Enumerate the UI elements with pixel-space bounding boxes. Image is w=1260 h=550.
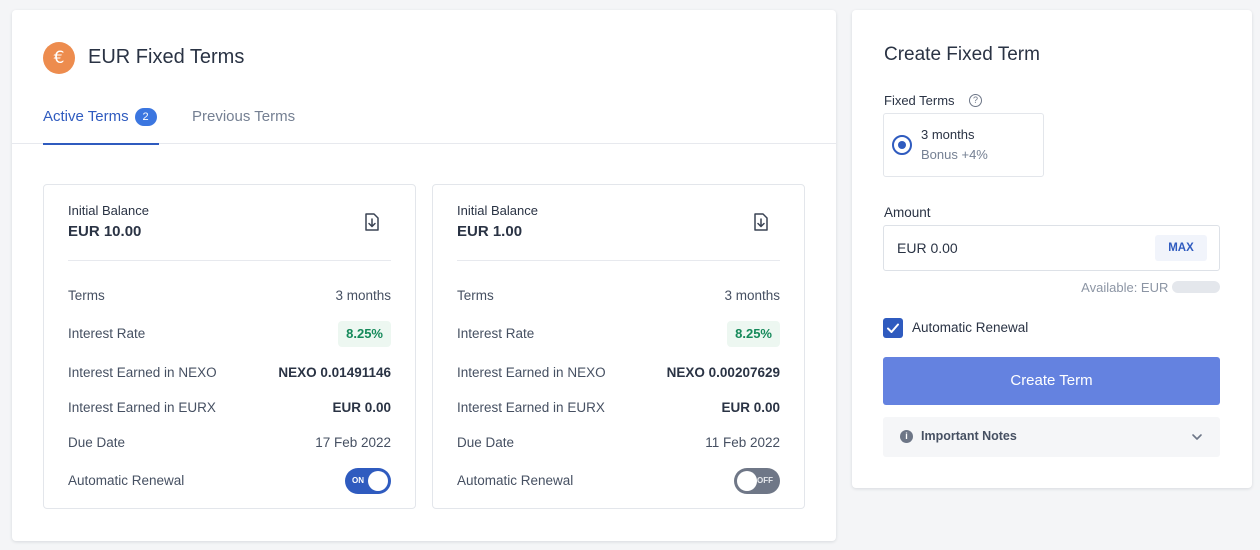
interest-eurx-value: EUR 0.00 [721,400,780,415]
toggle-knob [368,471,388,491]
interest-rate-badge: 8.25% [727,321,780,347]
eur-fixed-terms-panel: € EUR Fixed Terms Active Terms 2 Previous… [12,10,836,541]
terms-value: 3 months [724,288,780,303]
interest-nexo-row: Interest Earned in NEXO NEXO 0.01491146 [68,362,391,384]
blurred-balance [1172,281,1220,293]
divider [68,260,391,261]
question-help-icon[interactable]: ? [969,94,982,107]
interest-eurx-label: Interest Earned in EURX [457,400,605,415]
term-option-title: 3 months [921,127,975,142]
interest-rate-row: Interest Rate 8.25% [68,321,391,347]
download-document-icon[interactable] [364,213,380,231]
due-date-row: Due Date 17 Feb 2022 [68,432,391,454]
chevron-down-icon [1192,434,1202,440]
active-terms-count-badge: 2 [134,108,157,126]
due-date-value: 11 Feb 2022 [705,435,780,450]
info-icon: i [900,430,913,443]
terms-row: Terms 3 months [457,285,780,307]
term-option-bonus: Bonus +4% [921,147,988,162]
page-title: EUR Fixed Terms [88,46,245,68]
radio-selected[interactable] [892,135,912,155]
automatic-renewal-checkbox[interactable] [883,318,903,338]
tab-active-terms[interactable]: Active Terms 2 [43,106,159,145]
create-fixed-term-panel: Create Fixed Term Fixed Terms ? 3 months… [852,10,1252,488]
interest-nexo-value: NEXO 0.01491146 [278,365,391,380]
term-option-3-months[interactable]: 3 months Bonus +4% [883,113,1044,177]
automatic-renewal-checkbox-label[interactable]: Automatic Renewal [912,320,1028,335]
interest-rate-label: Interest Rate [457,326,535,341]
toggle-state-text: OFF [757,476,773,485]
initial-balance-label: Initial Balance [68,203,149,218]
fixed-terms-label: Fixed Terms [884,93,955,108]
important-notes-accordion[interactable]: i Important Notes [883,417,1220,457]
automatic-renewal-label: Automatic Renewal [457,473,574,488]
checkmark-icon [887,323,899,333]
automatic-renewal-row: Automatic Renewal ON [68,468,391,494]
terms-value: 3 months [335,288,391,303]
amount-field: MAX [883,225,1220,271]
terms-label: Terms [457,288,494,303]
due-date-label: Due Date [68,435,126,450]
create-term-button[interactable]: Create Term [883,357,1220,405]
initial-balance-value: EUR 10.00 [68,223,142,240]
available-balance-label: Available: EUR [1081,280,1169,295]
interest-nexo-value: NEXO 0.00207629 [666,365,780,380]
terms-tabs: Active Terms 2 Previous Terms [12,106,836,145]
automatic-renewal-toggle[interactable]: OFF [734,468,780,494]
terms-row: Terms 3 months [68,285,391,307]
amount-input[interactable] [897,226,1137,270]
interest-rate-badge: 8.25% [338,321,391,347]
divider [457,260,780,261]
term-card: Initial Balance EUR 10.00 Terms 3 months… [43,184,416,509]
terms-label: Terms [68,288,105,303]
interest-nexo-row: Interest Earned in NEXO NEXO 0.00207629 [457,362,780,384]
euro-currency-icon: € [43,42,75,74]
interest-nexo-label: Interest Earned in NEXO [457,365,606,380]
due-date-label: Due Date [457,435,515,450]
download-document-icon[interactable] [753,213,769,231]
create-fixed-term-title: Create Fixed Term [884,44,1040,65]
due-date-value: 17 Feb 2022 [315,435,391,450]
interest-rate-row: Interest Rate 8.25% [457,321,780,347]
toggle-knob [737,471,757,491]
amount-label: Amount [884,205,931,220]
initial-balance-value: EUR 1.00 [457,223,523,240]
interest-nexo-label: Interest Earned in NEXO [68,365,217,380]
max-button[interactable]: MAX [1155,235,1207,261]
due-date-row: Due Date 11 Feb 2022 [457,432,780,454]
tab-active-terms-label: Active Terms [43,108,129,125]
automatic-renewal-toggle[interactable]: ON [345,468,391,494]
available-balance: Available: EUR [1081,280,1220,295]
automatic-renewal-label: Automatic Renewal [68,473,185,488]
interest-eurx-row: Interest Earned in EURX EUR 0.00 [68,397,391,419]
interest-eurx-label: Interest Earned in EURX [68,400,216,415]
toggle-state-text: ON [352,476,364,485]
initial-balance-label: Initial Balance [457,203,538,218]
tab-previous-terms[interactable]: Previous Terms [192,106,295,144]
interest-eurx-value: EUR 0.00 [332,400,391,415]
term-card: Initial Balance EUR 1.00 Terms 3 months … [432,184,805,509]
interest-rate-label: Interest Rate [68,326,146,341]
important-notes-label: Important Notes [921,429,1017,443]
automatic-renewal-row: Automatic Renewal OFF [457,468,780,494]
interest-eurx-row: Interest Earned in EURX EUR 0.00 [457,397,780,419]
